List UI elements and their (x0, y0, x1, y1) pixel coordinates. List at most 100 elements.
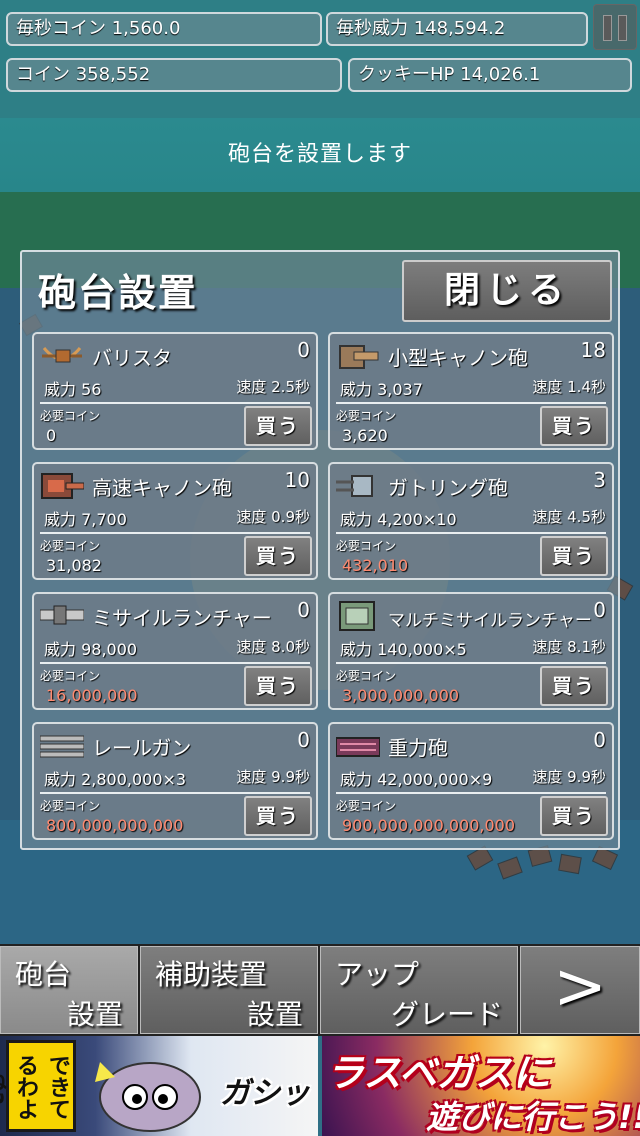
pause-icon-bar (618, 15, 627, 41)
ad-subline: 遊びに行こう!! (426, 1098, 640, 1136)
gatling-icon (336, 470, 380, 502)
divider (336, 532, 606, 534)
cost-label: 必要コイン (40, 539, 101, 553)
coin-balance: コイン 358,552 (6, 58, 342, 92)
turret-power: 威力 2,800,000×3 (44, 770, 187, 789)
turret-cost: 900,000,000,000,000 (342, 816, 516, 835)
turret-count: 0 (297, 598, 310, 622)
turret-card: マルチミサイルランチャー 0 威力 140,000×5 速度 8.1秒必要コイン 3,0… (328, 592, 614, 710)
turret-power: 威力 3,037 (340, 380, 423, 399)
turret-install-panel: 砲台設置 閉じる バリスタ 0 威力 56 速度 2.5秒必要コイン 0 買う 小型キャノン… (20, 250, 620, 850)
turret-speed: 速度 1.4秒 (532, 378, 606, 396)
turret-count: 3 (593, 468, 606, 492)
turret-name: 小型キャノン砲 (388, 346, 528, 370)
turret-cost: 432,010 (342, 556, 409, 575)
turret-card: ミサイルランチャー 0 威力 98,000 速度 8.0秒 必要コイン 16,000,00… (32, 592, 318, 710)
turret-card: 重力砲 0 威力 42,000,000×9 速度 9.9秒必要コイン 900,000,0… (328, 722, 614, 840)
turret-name: バリスタ (92, 346, 172, 370)
turret-count: 0 (593, 598, 606, 622)
cost-label: 必要コイン (336, 799, 397, 813)
gravity-cannon-icon (335, 730, 381, 762)
divider (40, 532, 310, 534)
buy-button[interactable]: 買う (540, 796, 608, 836)
divider (40, 402, 310, 404)
coins-per-second: 毎秒コイン 1,560.0 (6, 12, 322, 46)
turret-speed: 速度 8.0秒 (236, 638, 310, 656)
ad-banner-left[interactable]: できてるわよね? ガシッ (0, 1036, 318, 1136)
ad-character-image (95, 1062, 201, 1132)
turret-power: 威力 4,200×10 (340, 510, 457, 529)
buy-button[interactable]: 買う (540, 666, 608, 706)
pause-button[interactable] (593, 4, 637, 50)
nav-turret-install[interactable]: 砲台 設置 (0, 946, 138, 1034)
panel-title: 砲台設置 (38, 271, 199, 315)
turret-cost: 31,082 (46, 556, 102, 575)
turret-card: 高速キャノン砲 10 威力 7,700 速度 0.9秒 必要コイン 31,082 買う (32, 462, 318, 580)
divider (40, 792, 310, 794)
turret-speed: 速度 9.9秒 (532, 768, 606, 786)
power-per-second: 毎秒威力 148,594.2 (326, 12, 588, 46)
turret-name: 重力砲 (388, 736, 448, 760)
turret-card: ガトリング砲 3 威力 4,200×10 速度 4.5秒必要コイン 432,010 買う (328, 462, 614, 580)
turret-power: 威力 56 (44, 380, 102, 399)
turret-count: 0 (593, 728, 606, 752)
nav-label: 補助装置 (155, 958, 268, 991)
turret-name: マルチミサイルランチャー (388, 611, 592, 631)
turret-power: 威力 42,000,000×9 (340, 770, 493, 789)
turret-cost: 3,000,000,000 (342, 686, 460, 705)
nav-support-device[interactable]: 補助装置 設置 (140, 946, 318, 1034)
nav-upgrade[interactable]: アップ グレード (320, 946, 518, 1034)
cost-label: 必要コイン (40, 799, 101, 813)
cost-label: 必要コイン (336, 409, 397, 423)
bottom-nav: 砲台 設置 補助装置 設置 アップ グレード > (0, 944, 640, 1036)
turret-cost: 800,000,000,000 (46, 816, 184, 835)
turret-speed: 速度 0.9秒 (236, 508, 310, 526)
turret-count: 0 (297, 338, 310, 362)
divider (336, 792, 606, 794)
turret-card: 小型キャノン砲 18 威力 3,037 速度 1.4秒 必要コイン 3,620 買う (328, 332, 614, 450)
ad-sfx-text: ガシッ (220, 1076, 310, 1111)
nav-label: グレード (390, 998, 503, 1031)
nav-label: 設置 (66, 998, 123, 1031)
turret-speed: 速度 4.5秒 (532, 508, 606, 526)
buy-button[interactable]: 買う (244, 406, 312, 446)
divider (336, 662, 606, 664)
missile-launcher-icon (39, 600, 85, 632)
buy-button[interactable]: 買う (540, 536, 608, 576)
cost-label: 必要コイン (40, 409, 101, 423)
turret-card: レールガン 0 威力 2,800,000×3 速度 9.9秒 必要コイン 800,000,… (32, 722, 318, 840)
turret-card: バリスタ 0 威力 56 速度 2.5秒必要コイン 0 買う (32, 332, 318, 450)
turret-power: 威力 7,700 (44, 510, 127, 529)
nav-label: 砲台 (15, 958, 72, 991)
multi-missile-icon (336, 600, 380, 632)
cost-label: 必要コイン (336, 539, 397, 553)
nav-next-button[interactable]: > (520, 946, 640, 1034)
cost-label: 必要コイン (336, 669, 397, 683)
pause-icon (603, 15, 612, 41)
divider (40, 662, 310, 664)
nav-label: アップ (335, 958, 420, 991)
railgun-icon (39, 730, 85, 762)
buy-button[interactable]: 買う (244, 796, 312, 836)
buy-button[interactable]: 買う (540, 406, 608, 446)
turret-count: 10 (284, 468, 310, 492)
turret-speed: 速度 9.9秒 (236, 768, 310, 786)
nav-label: 設置 (246, 998, 303, 1031)
turret-name: ガトリング砲 (388, 476, 508, 500)
buy-button[interactable]: 買う (244, 536, 312, 576)
turret-speed: 速度 2.5秒 (236, 378, 310, 396)
small-cannon-icon (336, 340, 380, 372)
fast-cannon-icon (40, 470, 85, 502)
ad-banner-right[interactable]: ラスベガスに 遊びに行こう!! (322, 1036, 640, 1136)
ad-vertical-text: できてるわよね? (0, 1040, 76, 1132)
buy-button[interactable]: 買う (244, 666, 312, 706)
turret-power: 威力 98,000 (44, 640, 138, 659)
turret-power: 威力 140,000×5 (340, 640, 467, 659)
close-button[interactable]: 閉じる (402, 260, 612, 322)
divider (336, 402, 606, 404)
turret-speed: 速度 8.1秒 (532, 638, 606, 656)
turret-cost: 0 (46, 426, 57, 445)
turret-name: レールガン (92, 736, 192, 760)
ballista-icon (40, 340, 84, 372)
turret-name: ミサイルランチャー (92, 606, 272, 630)
